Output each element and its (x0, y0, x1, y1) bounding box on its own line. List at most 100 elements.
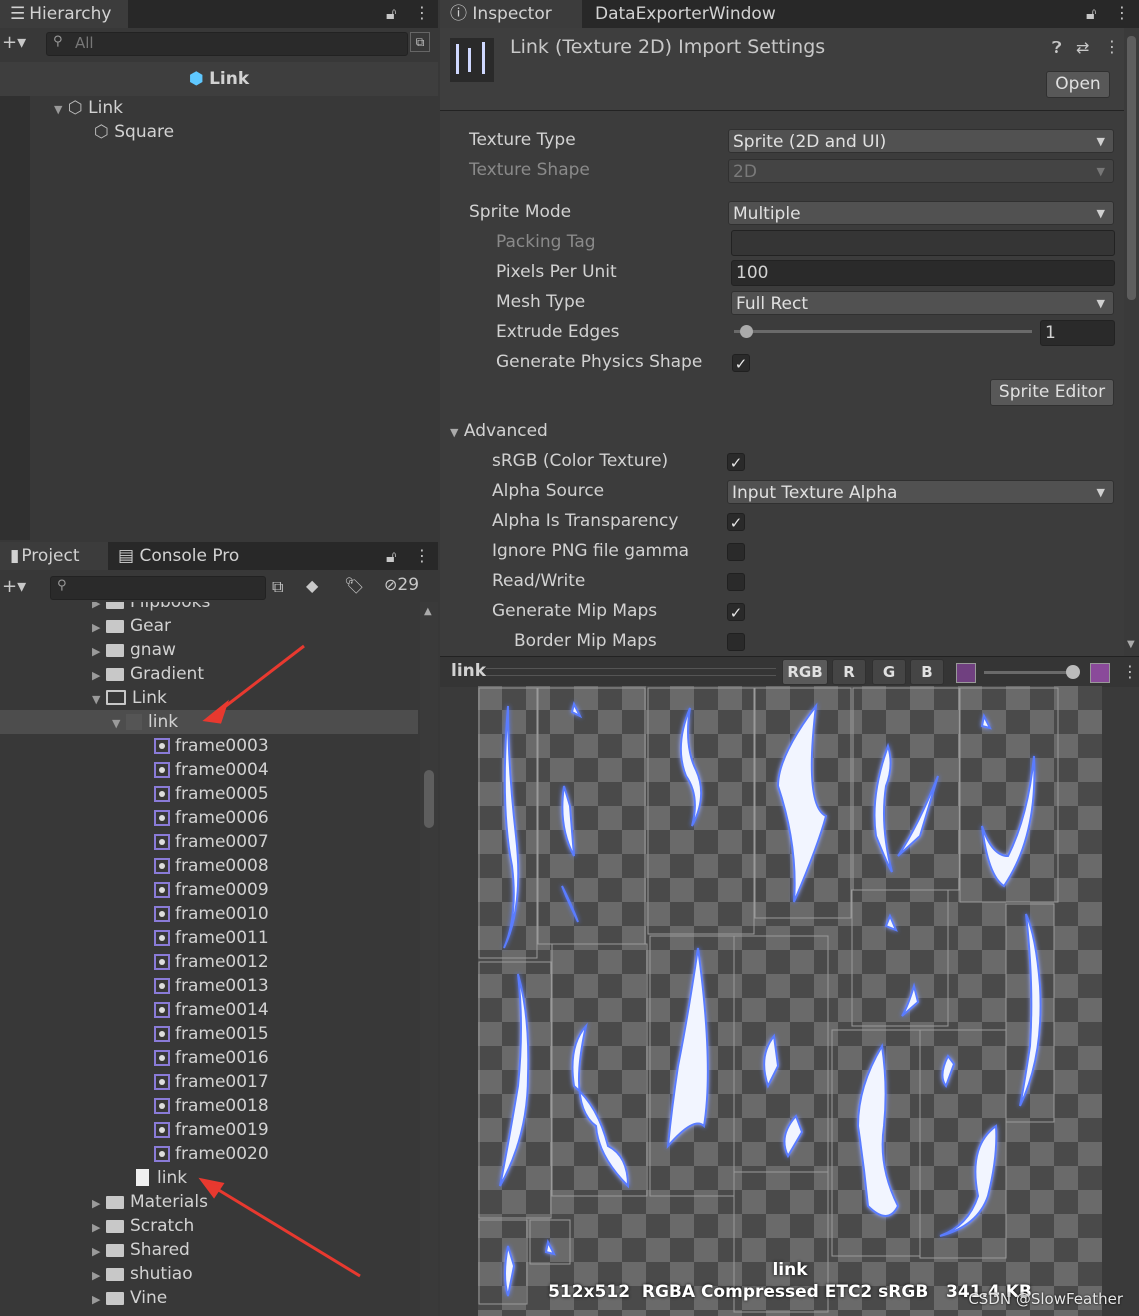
sprite-editor-button[interactable]: Sprite Editor (990, 379, 1114, 406)
hierarchy-item[interactable]: ▼ ⬡ Link (54, 96, 123, 120)
kebab-menu-icon[interactable]: ⋮ (414, 546, 430, 565)
extrude-edges-field[interactable]: 1 (1040, 320, 1115, 346)
sprite-item[interactable]: frame0013 (0, 974, 418, 998)
pixels-per-unit-field[interactable]: 100 (731, 260, 1115, 286)
sprite-mode-dropdown[interactable]: Multiple ▼ (728, 201, 1114, 225)
sprite-item[interactable]: frame0020 (0, 1142, 418, 1166)
mip-level-slider-track[interactable] (984, 671, 1072, 674)
alpha-is-transparency-checkbox[interactable]: ✓ (727, 513, 745, 532)
sprite-item[interactable]: frame0012 (0, 950, 418, 974)
sprite-item[interactable]: frame0005 (0, 782, 418, 806)
folder-item[interactable]: ▶ Vine (0, 1286, 418, 1310)
folder-item[interactable]: ▶ shutiao (0, 1262, 418, 1286)
kebab-menu-icon[interactable]: ⋮ (414, 3, 430, 22)
sprite-item[interactable]: frame0003 (0, 734, 418, 758)
sprite-item[interactable]: frame0016 (0, 1046, 418, 1070)
folder-item[interactable]: ▶ gnaw (0, 638, 418, 662)
collapsed-triangle-icon[interactable]: ▶ (92, 664, 106, 688)
tab-project[interactable]: ▮ Project (0, 542, 108, 570)
scroll-up-icon[interactable]: ▲ (424, 606, 432, 617)
kebab-menu-icon[interactable]: ⋮ (1122, 662, 1138, 681)
hierarchy-search-input[interactable]: ⚲ All (46, 32, 408, 56)
channel-r-button[interactable]: R (832, 659, 866, 685)
lock-icon[interactable]: 🔓︎ (386, 4, 396, 24)
collapsed-triangle-icon[interactable]: ▶ (92, 616, 106, 640)
hierarchy-item[interactable]: ⬡ Square (94, 120, 174, 144)
generate-physics-shape-checkbox[interactable]: ✓ (732, 354, 750, 373)
mip-level-slider-handle[interactable] (1066, 665, 1080, 679)
texture-type-dropdown[interactable]: Sprite (2D and UI) ▼ (728, 129, 1114, 153)
alpha-toggle-icon[interactable] (956, 663, 976, 683)
srgb-checkbox[interactable]: ✓ (727, 453, 745, 472)
preview-drag-handle[interactable] (486, 668, 776, 676)
sprite-item[interactable]: frame0015 (0, 1022, 418, 1046)
project-search-input[interactable]: ⚲ (50, 576, 266, 600)
ignore-png-gamma-checkbox[interactable] (727, 543, 745, 561)
collapsed-triangle-icon[interactable]: ▶ (92, 1288, 106, 1312)
expanded-triangle-icon[interactable]: ▼ (92, 688, 106, 712)
tab-data-exporter-window[interactable]: DataExporterWindow (585, 0, 786, 28)
preview-panel: link RGB R G B ⋮ link 512x512 RGBA Compr… (440, 656, 1139, 1316)
sprite-item[interactable]: frame0011 (0, 926, 418, 950)
border-mip-maps-checkbox[interactable] (727, 633, 745, 651)
add-icon[interactable]: +▾ (2, 32, 26, 53)
sprite-item[interactable]: frame0014 (0, 998, 418, 1022)
folder-item[interactable]: ▶ Scratch (0, 1214, 418, 1238)
collapsed-triangle-icon[interactable]: ▶ (92, 1264, 106, 1288)
advanced-foldout[interactable]: ▼ Advanced (450, 421, 548, 441)
mesh-type-dropdown[interactable]: Full Rect ▼ (731, 291, 1114, 315)
extrude-edges-slider-track[interactable] (734, 330, 1032, 333)
collapsed-triangle-icon[interactable]: ▶ (92, 1192, 106, 1216)
sprite-item[interactable]: frame0007 (0, 830, 418, 854)
add-icon[interactable]: +▾ (2, 576, 26, 597)
kebab-menu-icon[interactable]: ⋮ (1104, 37, 1120, 56)
help-icon[interactable]: ❓︎ (1052, 38, 1062, 58)
collapsed-triangle-icon[interactable]: ▶ (92, 1216, 106, 1240)
preset-icon[interactable]: ⇄ (1076, 38, 1089, 57)
asset-item[interactable]: ▼ link (0, 710, 418, 734)
scene-visibility-icon[interactable]: ⧉ (410, 32, 430, 52)
collapsed-triangle-icon[interactable]: ▶ (92, 1240, 106, 1264)
sprite-item[interactable]: frame0018 (0, 1094, 418, 1118)
channel-rgb-button[interactable]: RGB (782, 659, 828, 685)
open-button[interactable]: Open (1046, 71, 1110, 98)
channel-g-button[interactable]: G (872, 659, 906, 685)
inspector-scrollbar[interactable]: ▼ (1124, 28, 1139, 656)
sprite-item[interactable]: frame0006 (0, 806, 418, 830)
filter-by-type-icon[interactable]: ◆ (306, 576, 318, 595)
search-scope-icon[interactable]: ⧉ (272, 577, 283, 597)
expanded-triangle-icon[interactable]: ▼ (112, 712, 126, 736)
collapsed-triangle-icon[interactable]: ▶ (92, 640, 106, 664)
asset-item[interactable]: link (0, 1166, 418, 1190)
folder-item[interactable]: ▶ Gear (0, 614, 418, 638)
sprite-item[interactable]: frame0010 (0, 902, 418, 926)
sprite-item[interactable]: frame0009 (0, 878, 418, 902)
folder-item[interactable]: ▶ Materials (0, 1190, 418, 1214)
tab-hierarchy[interactable]: ☰ Hierarchy (0, 0, 128, 28)
lock-icon[interactable]: 🔓︎ (386, 547, 396, 567)
sprite-item[interactable]: frame0019 (0, 1118, 418, 1142)
folder-item[interactable]: ▼ Link (0, 686, 418, 710)
folder-item[interactable]: ▶ Shared (0, 1238, 418, 1262)
lightning-bolt (873, 742, 939, 873)
scrollbar-thumb[interactable] (424, 770, 434, 828)
folder-item[interactable]: ▶ Flipbooks (0, 602, 418, 614)
filter-by-label-icon[interactable]: 🏷︎ (344, 576, 364, 595)
hidden-packages-icon[interactable]: ⊘29 (384, 575, 419, 595)
sprite-item[interactable]: frame0017 (0, 1070, 418, 1094)
tab-inspector[interactable]: ⓘ Inspector (440, 0, 582, 28)
lock-icon[interactable]: 🔓︎ (1086, 4, 1096, 24)
extrude-edges-slider-handle[interactable] (740, 325, 753, 338)
channel-b-button[interactable]: B (910, 659, 944, 685)
generate-mip-maps-checkbox[interactable]: ✓ (727, 603, 745, 622)
folder-item[interactable]: ▶ Gradient (0, 662, 418, 686)
scroll-down-icon[interactable]: ▼ (1127, 639, 1135, 650)
alpha-source-dropdown[interactable]: Input Texture Alpha ▼ (727, 480, 1114, 504)
project-scrollbar[interactable]: ▲ (420, 602, 438, 1316)
tab-console-pro[interactable]: ▤ Console Pro (108, 542, 249, 570)
sprite-item[interactable]: frame0008 (0, 854, 418, 878)
kebab-menu-icon[interactable]: ⋮ (1114, 3, 1130, 22)
sprite-item[interactable]: frame0004 (0, 758, 418, 782)
read-write-checkbox[interactable] (727, 573, 745, 591)
scrollbar-thumb[interactable] (1127, 36, 1136, 300)
